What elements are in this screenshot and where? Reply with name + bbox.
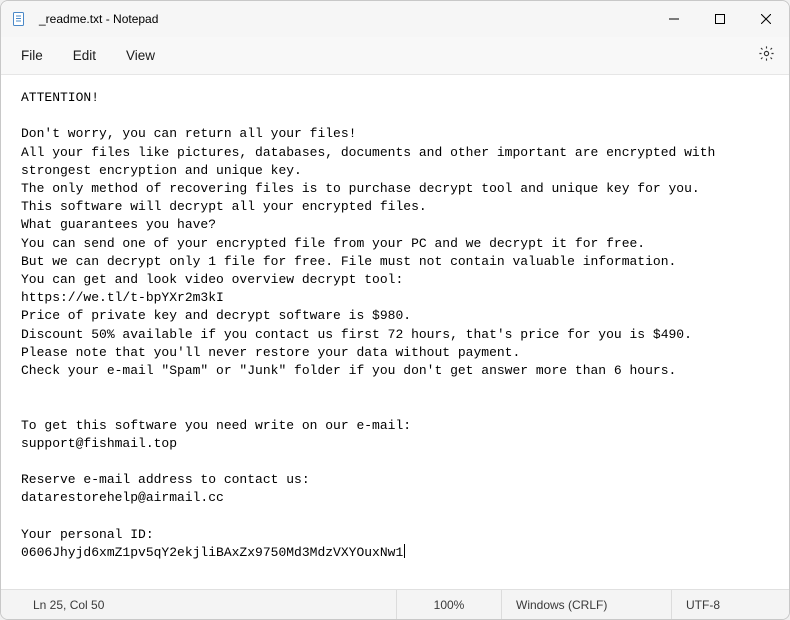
text-cursor <box>404 544 405 558</box>
gear-icon <box>758 45 775 67</box>
status-bar: Ln 25, Col 50 100% Windows (CRLF) UTF-8 <box>1 589 789 619</box>
status-line-ending: Windows (CRLF) <box>501 590 671 619</box>
notepad-window: _readme.txt - Notepad File Edit View <box>0 0 790 620</box>
text-editor-content[interactable]: ATTENTION! Don't worry, you can return a… <box>1 75 789 589</box>
notepad-app-icon <box>11 11 27 27</box>
menu-bar: File Edit View <box>1 37 789 75</box>
menu-view[interactable]: View <box>112 42 169 69</box>
status-zoom[interactable]: 100% <box>396 590 501 619</box>
menu-edit[interactable]: Edit <box>59 42 110 69</box>
menu-file[interactable]: File <box>7 42 57 69</box>
window-controls <box>651 1 789 37</box>
document-text: ATTENTION! Don't worry, you can return a… <box>21 90 723 560</box>
window-title: _readme.txt - Notepad <box>39 12 651 26</box>
minimize-button[interactable] <box>651 1 697 37</box>
status-encoding: UTF-8 <box>671 590 789 619</box>
settings-button[interactable] <box>749 41 783 71</box>
maximize-button[interactable] <box>697 1 743 37</box>
close-button[interactable] <box>743 1 789 37</box>
status-cursor-position: Ln 25, Col 50 <box>19 590 396 619</box>
title-bar[interactable]: _readme.txt - Notepad <box>1 1 789 37</box>
